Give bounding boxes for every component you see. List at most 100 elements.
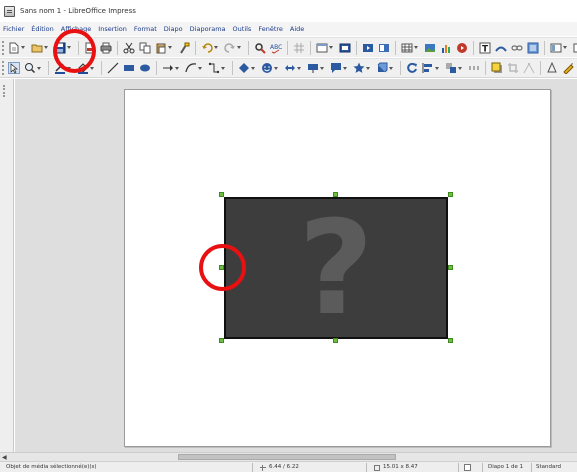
zoom-dropdown[interactable] [37,62,42,75]
selection-handle-bottom-right[interactable] [448,338,453,343]
menu-aide[interactable]: Aide [290,25,304,33]
arrange-dropdown[interactable] [458,62,463,75]
paste-icon[interactable] [154,41,167,54]
pane-resize-handle[interactable] [3,85,10,97]
table-dropdown[interactable] [414,41,419,54]
table-icon[interactable] [400,41,413,54]
points-icon[interactable] [522,62,535,75]
stars-icon[interactable] [352,62,365,75]
selection-handle-top[interactable] [333,192,338,197]
selection-handle-top-right[interactable] [448,192,453,197]
document-modified-icon[interactable] [464,463,474,472]
stars-dropdown[interactable] [366,62,371,75]
horizontal-scrollbar[interactable]: ◀ [0,452,577,461]
align-icon[interactable] [421,62,434,75]
line-icon[interactable] [106,62,119,75]
toolbar-separator [248,40,249,55]
display-views-dropdown[interactable] [329,41,334,54]
symbol-shapes-dropdown[interactable] [274,62,279,75]
scroll-thumb[interactable] [178,454,396,460]
start-slideshow-icon[interactable] [361,41,374,54]
toolbar-grip[interactable] [2,40,4,55]
open-dropdown[interactable] [44,41,49,54]
undo-dropdown[interactable] [214,41,219,54]
flowchart-icon[interactable] [306,62,319,75]
callouts-icon[interactable] [329,62,342,75]
paste-dropdown[interactable] [168,41,173,54]
navigator-icon[interactable] [526,41,539,54]
media-object-placeholder[interactable]: ? [224,197,448,339]
print-icon[interactable] [99,41,112,54]
find-replace-icon[interactable] [253,41,266,54]
crop-icon[interactable] [506,62,519,75]
clone-formatting-icon[interactable] [177,41,190,54]
arrange-icon[interactable] [444,62,457,75]
menu-format[interactable]: Format [134,25,157,33]
grid-icon[interactable] [292,41,305,54]
flowchart-dropdown[interactable] [320,62,325,75]
svg-text:ABC: ABC [270,44,282,51]
3d-objects-icon[interactable] [375,62,388,75]
slide-pane-icon[interactable] [549,41,562,54]
toggle-extrusion-icon[interactable] [561,62,574,75]
slide-pane-dropdown[interactable] [563,41,568,54]
connector-icon[interactable] [207,62,220,75]
selection-handle-top-left[interactable] [219,192,224,197]
basic-shapes-icon[interactable] [237,62,250,75]
menu-fenetre[interactable]: Fenêtre [258,25,283,33]
selection-handle-right[interactable] [448,265,453,270]
cut-icon[interactable] [122,41,135,54]
arrow-line-dropdown[interactable] [175,62,180,75]
redo-dropdown[interactable] [237,41,242,54]
rotate-icon[interactable] [405,62,418,75]
block-arrows-icon[interactable] [283,62,296,75]
textbox-icon[interactable]: T [478,41,491,54]
menu-diapo[interactable]: Diapo [164,25,183,33]
ellipse-icon[interactable] [138,62,151,75]
basic-shapes-dropdown[interactable] [251,62,256,75]
sidebar-icon[interactable] [572,41,577,54]
menu-edition[interactable]: Édition [31,25,54,33]
new-document-dropdown[interactable] [21,41,26,54]
rectangle-icon[interactable] [122,62,135,75]
hyperlink-icon[interactable] [510,41,523,54]
align-dropdown[interactable] [435,62,440,75]
distribute-icon[interactable] [467,62,480,75]
curve-icon[interactable] [184,62,197,75]
image-icon[interactable] [423,41,436,54]
menu-outils[interactable]: Outils [233,25,252,33]
connector-dropdown[interactable] [221,62,226,75]
select-icon[interactable] [7,62,20,75]
new-document-icon[interactable] [7,41,20,54]
display-views-icon[interactable] [315,41,328,54]
window-title: Sans nom 1 - LibreOffice Impress [20,7,136,15]
toolbar-grip[interactable] [2,61,4,75]
arrow-line-icon[interactable] [161,62,174,75]
callouts-dropdown[interactable] [343,62,348,75]
shadow-icon[interactable] [490,62,503,75]
slide-layout-icon[interactable] [377,41,390,54]
chart-icon[interactable] [439,41,452,54]
menu-insertion[interactable]: Insertion [98,25,127,33]
redo-icon[interactable] [223,41,236,54]
spelling-icon[interactable]: ABC [269,41,282,54]
menu-diaporama[interactable]: Diaporama [190,25,226,33]
slide-pane-collapsed[interactable] [0,79,14,452]
menu-fichier[interactable]: Fichier [3,25,24,33]
curve-dropdown[interactable] [198,62,203,75]
undo-icon[interactable] [200,41,213,54]
scroll-left-icon[interactable]: ◀ [2,454,9,461]
selection-handle-bottom-left[interactable] [219,338,224,343]
block-arrows-dropdown[interactable] [297,62,302,75]
status-layout[interactable]: Standard [536,463,561,472]
open-folder-icon[interactable] [30,41,43,54]
fontwork-icon[interactable] [494,41,507,54]
selection-handle-bottom[interactable] [333,338,338,343]
zoom-icon[interactable] [23,62,36,75]
glue-points-icon[interactable] [545,62,558,75]
copy-icon[interactable] [138,41,151,54]
symbol-shapes-icon[interactable] [260,62,273,75]
3d-objects-dropdown[interactable] [389,62,394,75]
slide-icon[interactable] [338,41,351,54]
media-icon[interactable] [455,41,468,54]
